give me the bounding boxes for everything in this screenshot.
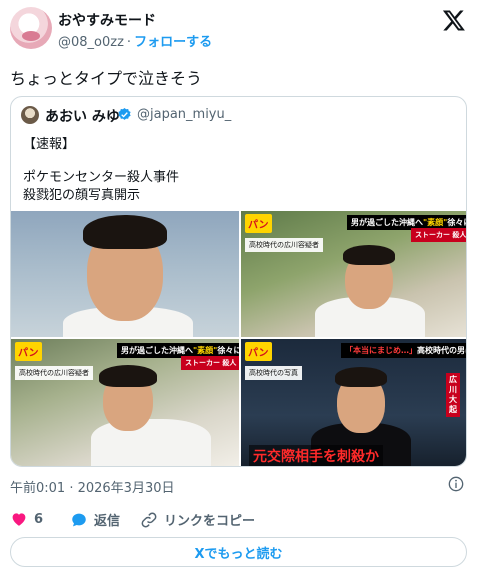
quoted-author-avatar bbox=[21, 106, 39, 124]
tweet-text: ちょっとタイプで泣きそう bbox=[10, 69, 203, 88]
caption-rest: 高校時代の男は bbox=[417, 346, 466, 355]
quoted-text-line: 殺戮犯の顔写真開示 bbox=[23, 188, 141, 203]
media-photo-3[interactable]: パン 男が過ごした沖縄へ"素顔"徐々に ストーカー 殺人 高校時代の広川容疑者 bbox=[11, 339, 239, 466]
caption-prefix: 男が過ごした沖縄へ bbox=[121, 346, 193, 355]
follow-button[interactable]: フォローする bbox=[134, 35, 212, 50]
reply-button[interactable]: 返信 bbox=[70, 510, 120, 529]
author-meta: @08_o0zz · フォローする bbox=[58, 31, 212, 50]
caption-highlight: "素顔" bbox=[193, 346, 218, 355]
quoted-author-name: あおい みゆ bbox=[45, 109, 120, 125]
author-handle[interactable]: @08_o0zz bbox=[58, 35, 124, 50]
x-logo-icon[interactable] bbox=[442, 8, 466, 32]
copy-link-label: リンクをコピー bbox=[164, 514, 256, 529]
caption-suffix: 徐々に bbox=[217, 346, 239, 355]
verified-badge-icon bbox=[118, 107, 131, 120]
author-display-name[interactable]: おやすみモード bbox=[58, 10, 156, 30]
media-photo-2[interactable]: パン 男が過ごした沖縄へ"素顔"徐々に ストーカー 殺人 高校時代の広川容疑者 bbox=[241, 211, 466, 337]
show-logo: パン bbox=[15, 342, 42, 361]
media-photo-1[interactable] bbox=[11, 211, 239, 337]
caption-suffix: 徐々に bbox=[447, 218, 466, 227]
reply-icon bbox=[72, 513, 86, 526]
quoted-tweet[interactable]: あおい みゆ @japan_miyu_ 【速報】 ポケモンセンター殺人事件 殺戮… bbox=[10, 96, 467, 467]
photo-hair bbox=[83, 215, 167, 249]
show-logo: パン bbox=[245, 342, 272, 361]
reply-label: 返信 bbox=[94, 514, 121, 529]
info-icon[interactable] bbox=[448, 476, 464, 492]
tweet-timestamp[interactable]: 午前0:01 · 2026年3月30日 bbox=[10, 477, 175, 496]
photo-hair bbox=[335, 367, 387, 387]
show-logo: パン bbox=[245, 214, 272, 233]
photo-label: 高校時代の広川容疑者 bbox=[245, 238, 323, 252]
name-caption-vertical: 広川大起 bbox=[446, 373, 460, 417]
caption-quote: 「本当にまじめ…」 bbox=[345, 346, 417, 355]
author-avatar[interactable] bbox=[10, 7, 52, 49]
heart-icon bbox=[12, 513, 26, 526]
photo-hair bbox=[343, 245, 395, 265]
caption-highlight: "素顔" bbox=[423, 218, 448, 227]
news-bottom-caption: 元交際相手を刺殺か bbox=[249, 445, 383, 466]
like-count: 6 bbox=[34, 511, 44, 527]
quoted-author-handle: @japan_miyu_ bbox=[137, 107, 232, 122]
news-sub-caption: ストーカー 殺人 bbox=[181, 356, 239, 370]
like-button[interactable]: 6 bbox=[10, 510, 43, 528]
quoted-text-line: ポケモンセンター殺人事件 bbox=[23, 170, 180, 185]
media-photo-4[interactable]: パン 「本当にまじめ…」高校時代の男は 高校時代の写真 広川大起 元交際相手を刺… bbox=[241, 339, 466, 466]
photo-shirt bbox=[91, 419, 211, 466]
photo-hair bbox=[99, 365, 157, 387]
news-sub-caption: ストーカー 殺人 bbox=[411, 228, 466, 242]
news-caption: 「本当にまじめ…」高校時代の男は bbox=[341, 343, 466, 358]
photo-label: 高校時代の写真 bbox=[245, 366, 302, 380]
caption-prefix: 男が過ごした沖縄へ bbox=[351, 218, 423, 227]
read-more-button[interactable]: Xでもっと読む bbox=[10, 537, 467, 567]
copy-link-button[interactable]: リンクをコピー bbox=[140, 510, 255, 529]
photo-label: 高校時代の広川容疑者 bbox=[15, 366, 93, 380]
link-icon bbox=[141, 512, 157, 527]
separator: · bbox=[126, 35, 132, 50]
quoted-text-line: 【速報】 bbox=[23, 137, 76, 152]
